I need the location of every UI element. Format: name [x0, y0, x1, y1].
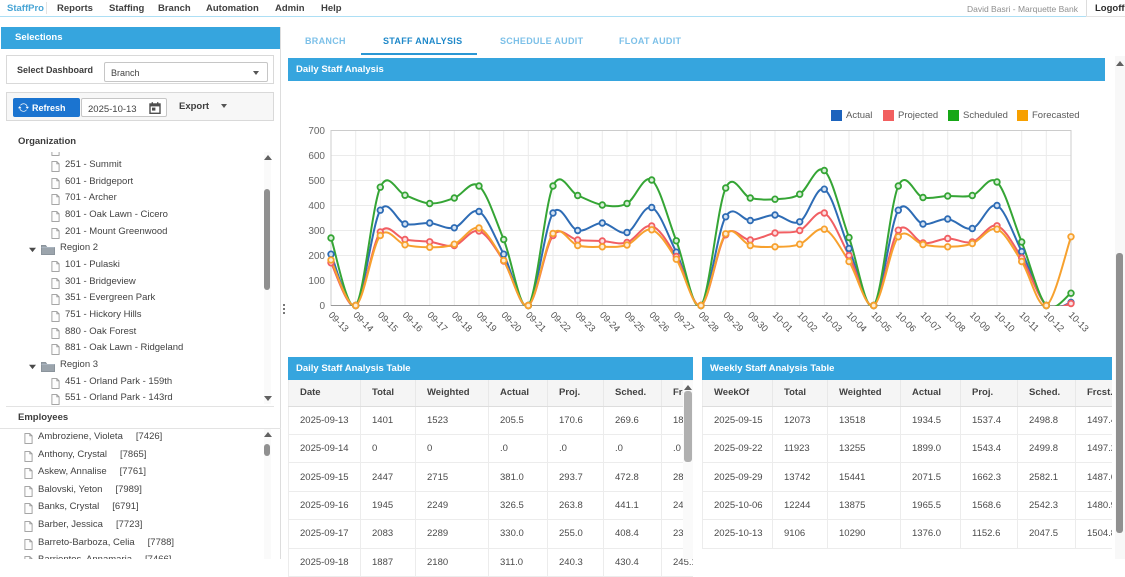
svg-text:09-20: 09-20 — [499, 309, 524, 334]
svg-text:600: 600 — [308, 151, 325, 162]
svg-text:300: 300 — [308, 226, 325, 237]
svg-text:09-16: 09-16 — [401, 309, 426, 334]
svg-text:10-13: 10-13 — [1067, 309, 1092, 334]
svg-text:09-29: 09-29 — [721, 309, 746, 334]
svg-text:10-01: 10-01 — [771, 309, 796, 334]
svg-text:09-19: 09-19 — [475, 309, 500, 334]
svg-text:10-02: 10-02 — [795, 309, 820, 334]
svg-text:09-15: 09-15 — [376, 309, 401, 334]
svg-text:09-14: 09-14 — [351, 309, 376, 334]
svg-text:10-10: 10-10 — [993, 309, 1018, 334]
svg-text:09-17: 09-17 — [425, 309, 450, 334]
svg-text:700: 700 — [308, 126, 325, 137]
svg-text:09-30: 09-30 — [746, 309, 771, 334]
svg-text:400: 400 — [308, 201, 325, 212]
svg-text:10-08: 10-08 — [943, 309, 968, 334]
svg-text:10-07: 10-07 — [919, 309, 944, 334]
svg-text:09-18: 09-18 — [450, 309, 475, 334]
svg-text:10-12: 10-12 — [1042, 309, 1067, 334]
svg-text:10-11: 10-11 — [1017, 309, 1041, 333]
svg-text:10-05: 10-05 — [869, 309, 894, 334]
svg-text:10-09: 10-09 — [968, 309, 993, 334]
svg-text:09-25: 09-25 — [623, 309, 648, 334]
svg-text:09-21: 09-21 — [524, 309, 549, 334]
svg-text:200: 200 — [308, 251, 325, 262]
svg-text:09-23: 09-23 — [573, 309, 598, 334]
svg-text:09-27: 09-27 — [672, 309, 697, 334]
svg-text:10-03: 10-03 — [820, 309, 845, 334]
svg-text:0: 0 — [319, 301, 325, 312]
svg-text:500: 500 — [308, 176, 325, 187]
svg-text:09-22: 09-22 — [549, 309, 574, 334]
svg-text:09-24: 09-24 — [598, 309, 623, 334]
svg-text:09-13: 09-13 — [327, 309, 352, 334]
svg-text:09-28: 09-28 — [697, 309, 722, 334]
svg-text:100: 100 — [308, 276, 325, 287]
svg-text:10-06: 10-06 — [894, 309, 919, 334]
svg-text:10-04: 10-04 — [845, 309, 870, 334]
svg-text:09-26: 09-26 — [647, 309, 672, 334]
